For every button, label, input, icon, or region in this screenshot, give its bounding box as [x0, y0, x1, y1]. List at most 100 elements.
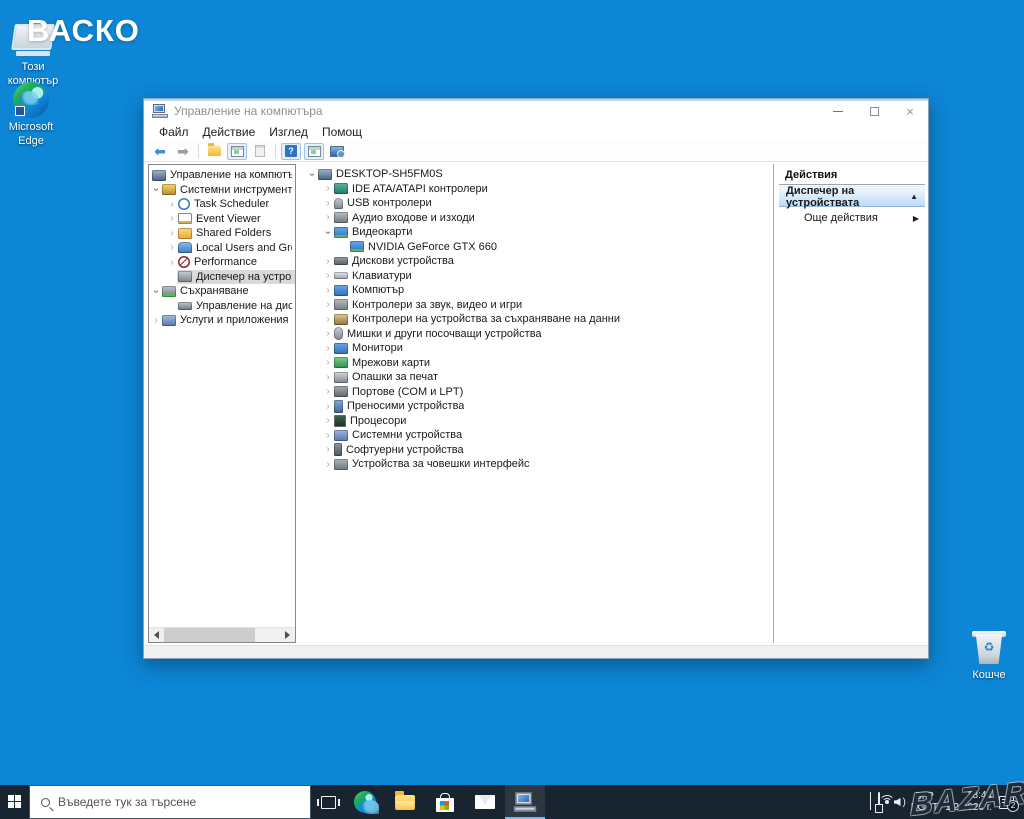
- tree-item[interactable]: Съхраняване: [149, 284, 295, 299]
- help-icon[interactable]: ?: [281, 142, 301, 160]
- chevron-icon[interactable]: [151, 286, 162, 296]
- horizontal-scrollbar[interactable]: [149, 627, 295, 642]
- device-item[interactable]: DESKTOP-SH5FM0S: [305, 167, 773, 182]
- device-item[interactable]: NVIDIA GeForce GTX 660: [305, 240, 773, 255]
- chevron-icon[interactable]: [167, 213, 177, 224]
- chevron-icon[interactable]: [323, 299, 333, 310]
- chevron-icon[interactable]: [323, 430, 333, 441]
- taskbar-mail-button[interactable]: [465, 785, 505, 819]
- chevron-icon[interactable]: [323, 198, 333, 209]
- chevron-icon[interactable]: [167, 199, 177, 210]
- device-item[interactable]: Контролери на устройства за съхраняване …: [305, 312, 773, 327]
- chevron-icon[interactable]: [323, 343, 333, 354]
- show-console-tree-icon[interactable]: [204, 143, 224, 160]
- device-item[interactable]: Опашки за печат: [305, 370, 773, 385]
- chevron-icon[interactable]: [323, 401, 333, 412]
- device-item[interactable]: Дискови устройства: [305, 254, 773, 269]
- desktop-icon-recycle-bin[interactable]: ♻ Кошче: [958, 628, 1020, 683]
- device-item[interactable]: Преносими устройства: [305, 399, 773, 414]
- scrollbar-thumb[interactable]: [164, 627, 255, 642]
- device-item[interactable]: USB контролери: [305, 196, 773, 211]
- device-item[interactable]: IDE ATA/ATAPI контролери: [305, 182, 773, 197]
- taskbar-computer-management-button[interactable]: [505, 785, 545, 819]
- tree-item[interactable]: Услуги и приложения: [149, 313, 295, 328]
- start-button[interactable]: [0, 785, 29, 819]
- chevron-icon[interactable]: [323, 227, 334, 237]
- title-bar[interactable]: Управление на компютъра ×: [144, 99, 928, 123]
- menu-item[interactable]: Изглед: [262, 125, 315, 139]
- taskbar-file-explorer-button[interactable]: [385, 785, 425, 819]
- tree-item[interactable]: Управление на дисковете: [149, 299, 295, 314]
- menu-item[interactable]: Помощ: [315, 125, 369, 139]
- chevron-icon[interactable]: [323, 444, 333, 455]
- chevron-icon[interactable]: [323, 415, 333, 426]
- chevron-icon[interactable]: [151, 315, 161, 326]
- tree-item[interactable]: Управление на компютъра (локален): [149, 168, 295, 183]
- chevron-icon[interactable]: [323, 459, 333, 470]
- back-icon[interactable]: ⬅: [150, 143, 170, 160]
- chevron-icon[interactable]: [323, 372, 333, 383]
- chevron-icon[interactable]: [323, 256, 333, 267]
- console-window-icon[interactable]: [227, 142, 247, 160]
- forward-icon[interactable]: ➡: [173, 143, 193, 160]
- device-item[interactable]: Клавиатури: [305, 269, 773, 284]
- device-item[interactable]: Процесори: [305, 414, 773, 429]
- chevron-icon[interactable]: [323, 386, 333, 397]
- tree-item[interactable]: Performance: [149, 255, 295, 270]
- device-item-label: Портове (COM и LPT): [352, 385, 464, 398]
- chevron-icon[interactable]: [323, 285, 333, 296]
- device-item-label: Преносими устройства: [347, 400, 465, 413]
- close-button[interactable]: ×: [892, 99, 928, 123]
- device-item[interactable]: Аудио входове и изходи: [305, 211, 773, 226]
- search-input[interactable]: [58, 795, 278, 809]
- device-item[interactable]: Устройства за човешки интерфейс: [305, 457, 773, 472]
- task-view-button[interactable]: [311, 785, 345, 819]
- taskbar-search[interactable]: [29, 785, 311, 819]
- tree-item-icon: [178, 242, 192, 254]
- tree-item[interactable]: Диспечер на устройствата: [149, 269, 295, 284]
- scroll-left-button[interactable]: [149, 628, 164, 643]
- chevron-icon[interactable]: [323, 183, 333, 194]
- action-item-more-actions[interactable]: Още действия ▶: [779, 207, 925, 229]
- device-item[interactable]: Мрежови карти: [305, 356, 773, 371]
- remote-computer-icon[interactable]: [327, 143, 347, 160]
- chevron-icon[interactable]: [151, 185, 162, 195]
- chevron-icon[interactable]: [307, 169, 318, 179]
- chevron-icon[interactable]: [323, 328, 333, 339]
- scroll-right-button[interactable]: [280, 628, 295, 643]
- action-pane-icon[interactable]: [304, 142, 324, 160]
- chevron-icon[interactable]: [167, 242, 177, 253]
- tree-item[interactable]: Системни инструменти: [149, 183, 295, 198]
- minimize-button[interactable]: [820, 99, 856, 123]
- device-item[interactable]: Компютър: [305, 283, 773, 298]
- chevron-icon[interactable]: [167, 257, 177, 268]
- device-item-label: Монитори: [352, 342, 403, 355]
- menu-item[interactable]: Файл: [152, 125, 196, 139]
- properties-icon[interactable]: [250, 143, 270, 160]
- device-item[interactable]: Портове (COM и LPT): [305, 385, 773, 400]
- tree-item[interactable]: Event Viewer: [149, 212, 295, 227]
- collapse-arrow-icon[interactable]: ▲: [910, 192, 918, 201]
- chevron-icon[interactable]: [323, 270, 333, 281]
- tray-overflow-button[interactable]: [869, 792, 871, 811]
- device-item[interactable]: Софтуерни устройства: [305, 443, 773, 458]
- tree-item[interactable]: Shared Folders: [149, 226, 295, 241]
- tray-volume-button[interactable]: ): [893, 797, 907, 808]
- chevron-icon[interactable]: [167, 228, 177, 239]
- maximize-button[interactable]: [856, 99, 892, 123]
- taskbar-edge-button[interactable]: [345, 785, 385, 819]
- device-item[interactable]: Видеокарти: [305, 225, 773, 240]
- chevron-icon[interactable]: [323, 212, 333, 223]
- desktop-icon-edge[interactable]: Microsoft Edge: [0, 82, 62, 149]
- device-item[interactable]: Мишки и други посочващи устройства: [305, 327, 773, 342]
- chevron-icon[interactable]: [323, 314, 333, 325]
- device-item[interactable]: Монитори: [305, 341, 773, 356]
- tree-item[interactable]: Local Users and Groups: [149, 241, 295, 256]
- menu-item[interactable]: Действие: [196, 125, 263, 139]
- device-item[interactable]: Контролери за звук, видео и игри: [305, 298, 773, 313]
- action-item-device-manager[interactable]: Диспечер на устройствата ▲: [779, 185, 925, 209]
- device-item[interactable]: Системни устройства: [305, 428, 773, 443]
- chevron-icon[interactable]: [323, 357, 333, 368]
- tree-item[interactable]: Task Scheduler: [149, 197, 295, 212]
- taskbar-store-button[interactable]: [425, 785, 465, 819]
